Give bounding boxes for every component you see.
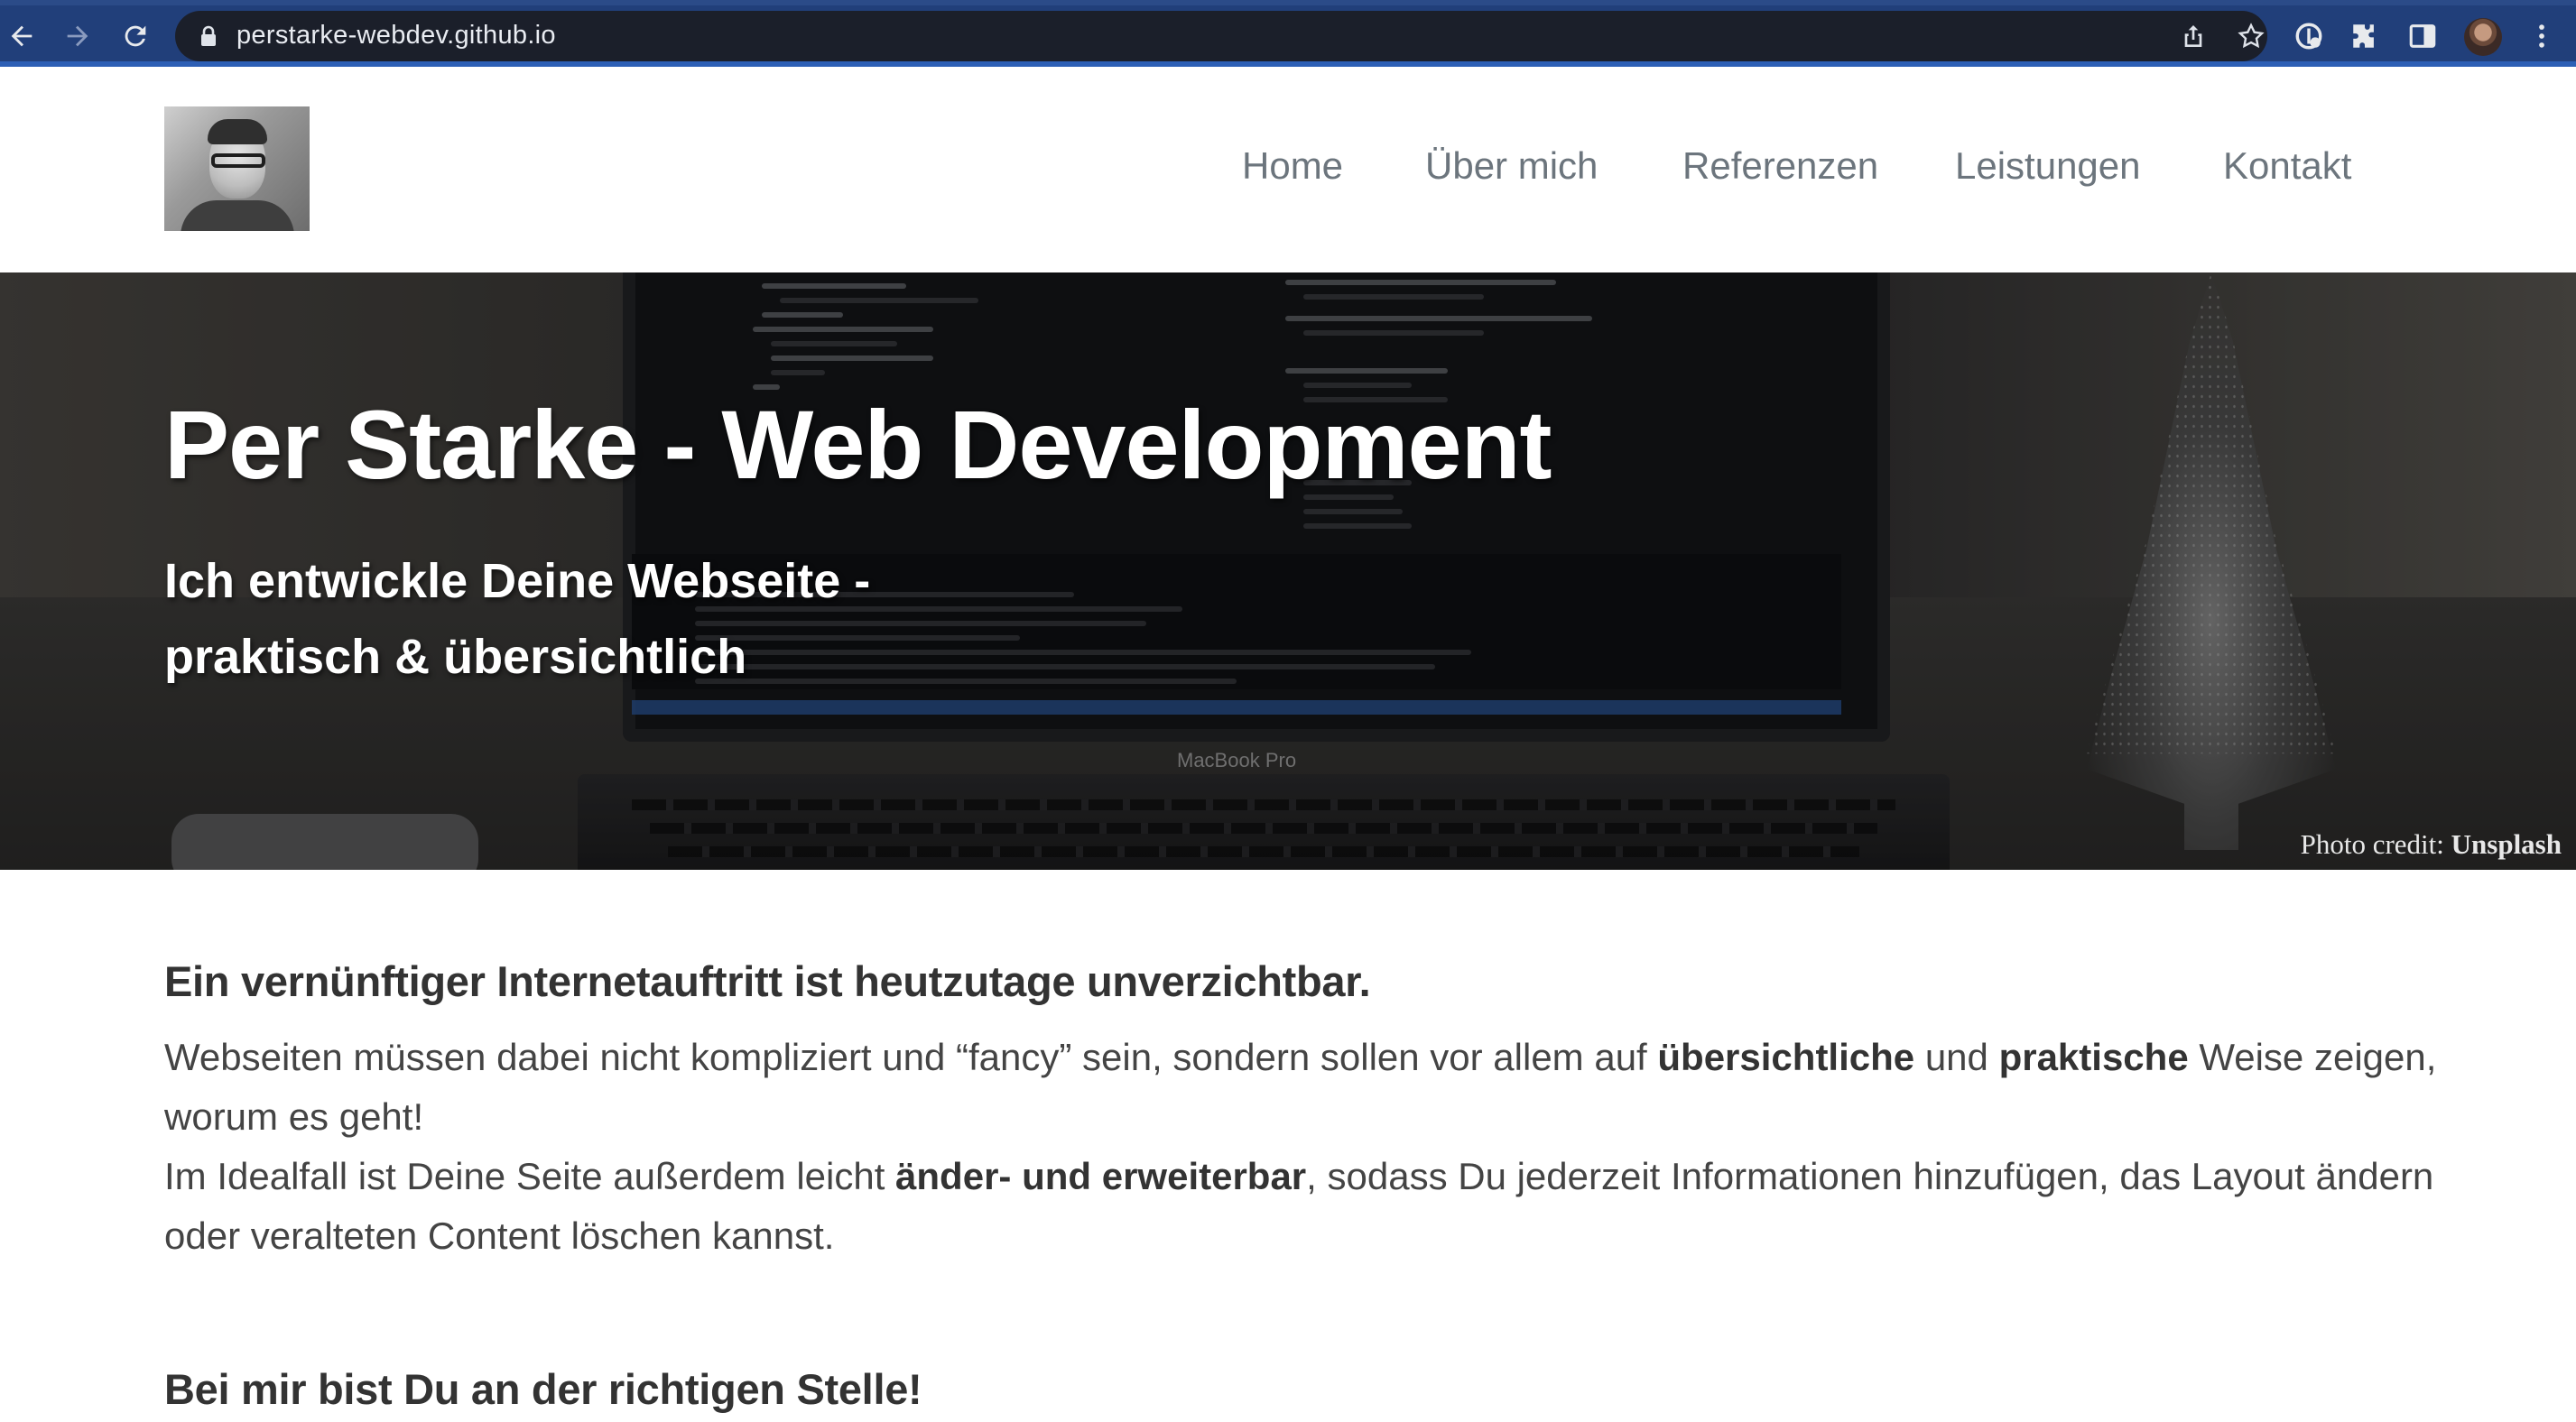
menu-button[interactable]: [2524, 18, 2560, 54]
profile-avatar[interactable]: [2464, 18, 2502, 56]
hero-subtitle-line-1: Ich entwickle Deine Webseite -: [164, 554, 871, 608]
logo-glasses: [211, 153, 265, 168]
nav-services[interactable]: Leistungen: [1955, 144, 2141, 188]
arrow-right-icon: [67, 25, 88, 47]
photo-credit-prefix: Photo credit:: [2300, 828, 2444, 860]
extension-1[interactable]: [2291, 18, 2327, 54]
reload-icon: [125, 25, 146, 47]
main-content: Ein vernünftiger Internetauftritt ist he…: [164, 956, 2457, 1266]
profile-photo-logo[interactable]: [164, 106, 310, 231]
intro-bold-text: übersichtliche: [1657, 1036, 1915, 1078]
hero-subtitle: Ich entwickle Deine Webseite - praktisch…: [164, 543, 1157, 695]
extensions-button[interactable]: [2347, 18, 2383, 54]
star-icon: [2238, 23, 2265, 49]
nav-home[interactable]: Home: [1242, 144, 1343, 188]
nav-references[interactable]: Referenzen: [1682, 144, 1878, 188]
address-bar[interactable]: perstarke-webdev.github.io: [175, 11, 2267, 61]
hero-title: Per Starke - Web Development: [164, 390, 1552, 499]
intro-bold-text: praktische: [1998, 1036, 2189, 1078]
intro-text: Im Idealfall ist Deine Seite außerdem le…: [164, 1155, 896, 1197]
reload-button[interactable]: [116, 16, 155, 56]
share-icon: [2184, 25, 2202, 47]
more-vert-icon: [2539, 24, 2544, 48]
photo-credit-link[interactable]: Unsplash: [2451, 828, 2562, 860]
lock-icon: [201, 25, 216, 46]
puzzle-icon: [2353, 24, 2374, 48]
intro-heading: Ein vernünftiger Internetauftritt ist he…: [164, 957, 1371, 1005]
extension-shield-icon: [2295, 23, 2322, 50]
side-panel-button[interactable]: [2405, 18, 2441, 54]
arrow-left-icon: [11, 25, 32, 47]
back-button[interactable]: [2, 16, 42, 56]
side-panel-icon: [2409, 24, 2436, 48]
nav-about[interactable]: Über mich: [1425, 144, 1598, 188]
photo-credit: Photo credit: Unsplash: [2301, 828, 2562, 861]
hero-banner: MacBook Pro Per Starke - Web Development…: [0, 272, 2576, 870]
browser-toolbar: perstarke-webdev.github.io: [0, 5, 2576, 67]
url-text: perstarke-webdev.github.io: [236, 21, 556, 50]
intro-bold-text: änder- und erweiterbar: [895, 1155, 1307, 1197]
bookmark-button[interactable]: [2235, 20, 2267, 52]
share-button[interactable]: [2177, 20, 2210, 52]
hero-subtitle-line-2: praktisch & übersichtlich: [164, 630, 747, 684]
forward-button[interactable]: [58, 16, 97, 56]
logo-hair: [208, 119, 267, 144]
site-header: Home Über mich Referenzen Leistungen Kon…: [0, 67, 2576, 272]
intro-text: Webseiten müssen dabei nicht kompliziert…: [164, 1036, 1658, 1078]
second-heading: Bei mir bist Du an der richtigen Stelle!: [164, 1365, 922, 1413]
logo-shirt: [181, 200, 294, 231]
intro-paragraph: Webseiten müssen dabei nicht kompliziert…: [164, 1028, 2457, 1266]
nav-contact[interactable]: Kontakt: [2223, 144, 2351, 188]
intro-text: und: [1914, 1036, 1999, 1078]
